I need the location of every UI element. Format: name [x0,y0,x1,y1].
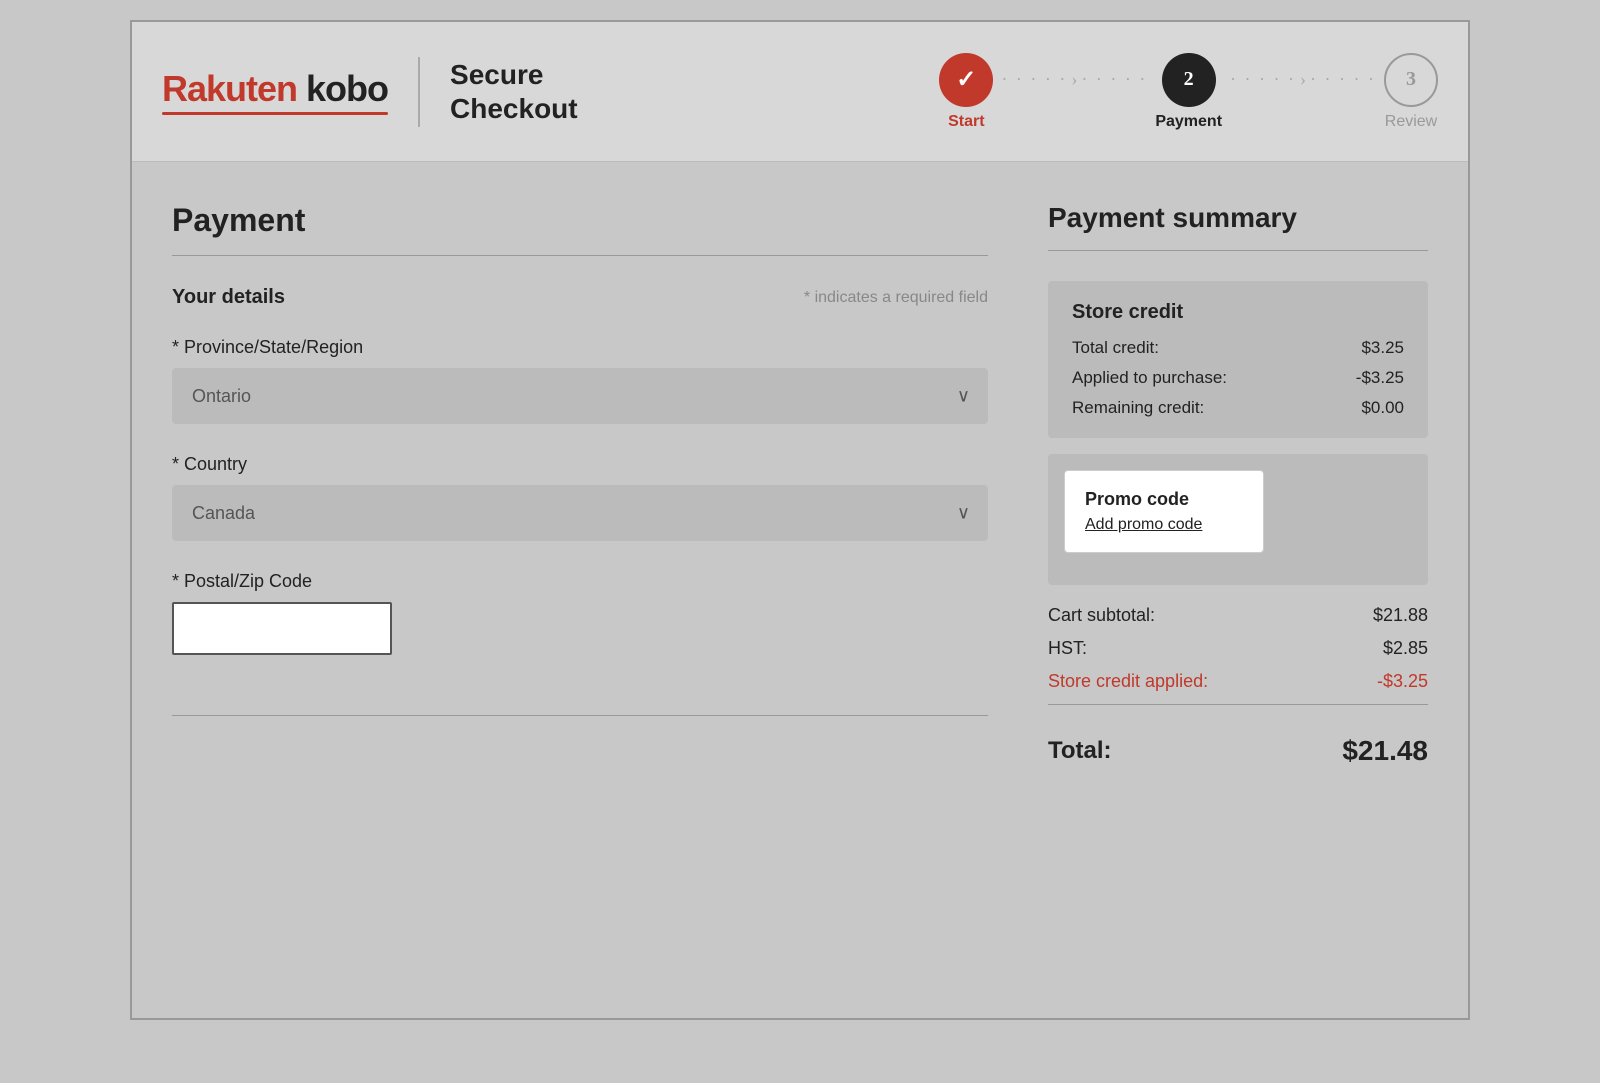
postal-input-wrapper [172,602,988,655]
province-select-wrapper[interactable]: Ontario Alberta British Columbia Manitob… [172,368,988,424]
connector-1: · · · · · › · · · · · [1001,69,1147,114]
logo-underline [162,112,388,115]
add-promo-link[interactable]: Add promo code [1085,516,1202,533]
postal-label: * Postal/Zip Code [172,571,988,592]
store-credit-applied-value: -$3.25 [1377,671,1428,692]
step-review: 3 Review [1384,53,1438,131]
total-label: Total: [1048,737,1112,765]
required-note: * indicates a required field [804,289,988,307]
subtotal-value: $21.88 [1373,605,1428,626]
country-select-wrapper[interactable]: Canada United States United Kingdom Aust… [172,485,988,541]
summary-row-credit-applied: Store credit applied: -$3.25 [1048,671,1428,692]
summary-row-subtotal: Cart subtotal: $21.88 [1048,605,1428,626]
total-value: $21.48 [1342,735,1428,767]
province-label: * Province/State/Region [172,337,988,358]
summary-row-hst: HST: $2.85 [1048,638,1428,659]
hst-label: HST: [1048,638,1087,659]
province-select[interactable]: Ontario Alberta British Columbia Manitob… [172,368,988,424]
header-divider [418,57,420,127]
bottom-divider [172,715,988,716]
postal-field-group: * Postal/Zip Code [172,571,988,655]
credit-row-applied: Applied to purchase: -$3.25 [1072,368,1404,388]
steps-area: ✓ Start · · · · · › · · · · · 2 Payment … [939,53,1438,131]
logo-area: Rakuten kobo [162,68,388,115]
your-details-row: Your details * indicates a required fiel… [172,286,988,309]
payment-divider [172,255,988,256]
country-field-group: * Country Canada United States United Ki… [172,454,988,541]
right-panel: Payment summary Store credit Total credi… [1048,202,1428,767]
step-payment-number: 2 [1184,68,1194,91]
total-divider [1048,704,1428,705]
step-payment: 2 Payment [1155,53,1222,131]
store-credit-box: Store credit Total credit: $3.25 Applied… [1048,281,1428,438]
country-select[interactable]: Canada United States United Kingdom Aust… [172,485,988,541]
postal-input[interactable] [172,602,392,655]
credit-applied-label: Applied to purchase: [1072,368,1227,388]
logo-text: Rakuten kobo [162,68,388,110]
header: Rakuten kobo Secure Checkout ✓ Start · ·… [132,22,1468,162]
credit-total-label: Total credit: [1072,338,1159,358]
credit-remaining-value: $0.00 [1361,398,1404,418]
step-review-label: Review [1385,113,1437,131]
your-details-label: Your details [172,286,285,309]
logo: Rakuten kobo [162,68,388,115]
checkmark-icon: ✓ [956,65,976,94]
payment-title: Payment [172,202,988,239]
step-review-circle: 3 [1384,53,1438,107]
promo-box: Promo code Add promo code [1064,470,1264,553]
step-start: ✓ Start [939,53,993,131]
main-content: Payment Your details * indicates a requi… [132,162,1468,807]
connector-2: · · · · · › · · · · · [1230,69,1376,114]
subtotal-label: Cart subtotal: [1048,605,1155,626]
summary-divider [1048,250,1428,251]
country-label: * Country [172,454,988,475]
promo-wrapper: Promo code Add promo code [1048,454,1428,585]
secure-checkout-title: Secure Checkout [450,58,578,125]
credit-applied-value: -$3.25 [1356,368,1404,388]
total-row: Total: $21.48 [1048,735,1428,767]
step-payment-circle: 2 [1162,53,1216,107]
step-start-circle: ✓ [939,53,993,107]
checkout-frame: Rakuten kobo Secure Checkout ✓ Start · ·… [130,20,1470,1020]
step-review-number: 3 [1406,68,1416,91]
credit-total-value: $3.25 [1361,338,1404,358]
summary-title: Payment summary [1048,202,1428,234]
store-credit-applied-label: Store credit applied: [1048,671,1208,692]
promo-title: Promo code [1085,489,1243,510]
credit-remaining-label: Remaining credit: [1072,398,1204,418]
credit-row-remaining: Remaining credit: $0.00 [1072,398,1404,418]
province-field-group: * Province/State/Region Ontario Alberta … [172,337,988,424]
step-payment-label: Payment [1155,113,1222,131]
credit-row-total: Total credit: $3.25 [1072,338,1404,358]
left-panel: Payment Your details * indicates a requi… [172,202,1048,767]
step-start-label: Start [948,113,984,131]
store-credit-title: Store credit [1072,301,1404,324]
hst-value: $2.85 [1383,638,1428,659]
